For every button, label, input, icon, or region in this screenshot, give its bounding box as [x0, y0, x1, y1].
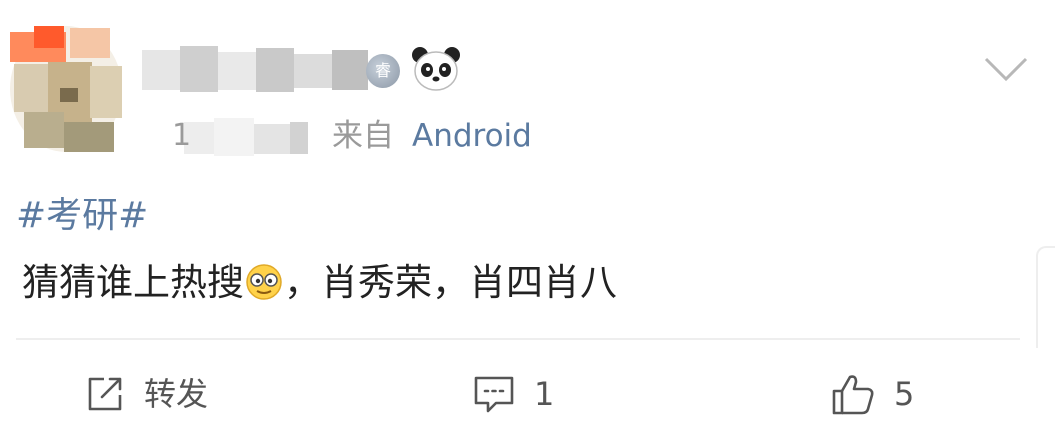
- comment-icon: [474, 376, 514, 413]
- next-card-edge: [1036, 246, 1055, 348]
- chevron-down-icon[interactable]: [984, 55, 1028, 83]
- comment-button[interactable]: 1: [472, 368, 554, 420]
- avatar[interactable]: [10, 26, 122, 152]
- post-text-part1: 猜猜谁上热搜: [22, 261, 244, 304]
- post-text-part2: ，肖秀荣，肖四肖八: [284, 261, 617, 304]
- username-blurred[interactable]: [142, 44, 400, 96]
- source-prefix: 来自: [332, 118, 394, 154]
- panda-icon: [412, 47, 460, 91]
- post-time-first-char: 1: [172, 118, 192, 153]
- vip-badge-icon: 睿: [366, 54, 400, 88]
- repost-label: 转发: [144, 375, 209, 413]
- post-text: 猜猜谁上热搜 ，肖秀荣，肖四肖八: [22, 260, 617, 306]
- repost-icon: [88, 377, 122, 411]
- thumbs-up-icon: [832, 375, 874, 415]
- repost-button[interactable]: 转发: [84, 368, 208, 420]
- comment-count: 1: [534, 375, 555, 413]
- grin-emoji-icon: [246, 264, 282, 300]
- divider: [16, 338, 1020, 340]
- weibo-post-card: 睿 1 来自 Android #考研# 猜猜谁上热搜 ，肖秀荣，肖四肖八 转发 …: [0, 0, 1055, 433]
- source-client-link[interactable]: Android: [412, 117, 532, 155]
- hashtag-link[interactable]: #考研#: [16, 194, 148, 238]
- like-count: 5: [894, 375, 915, 413]
- like-button[interactable]: 5: [830, 368, 914, 420]
